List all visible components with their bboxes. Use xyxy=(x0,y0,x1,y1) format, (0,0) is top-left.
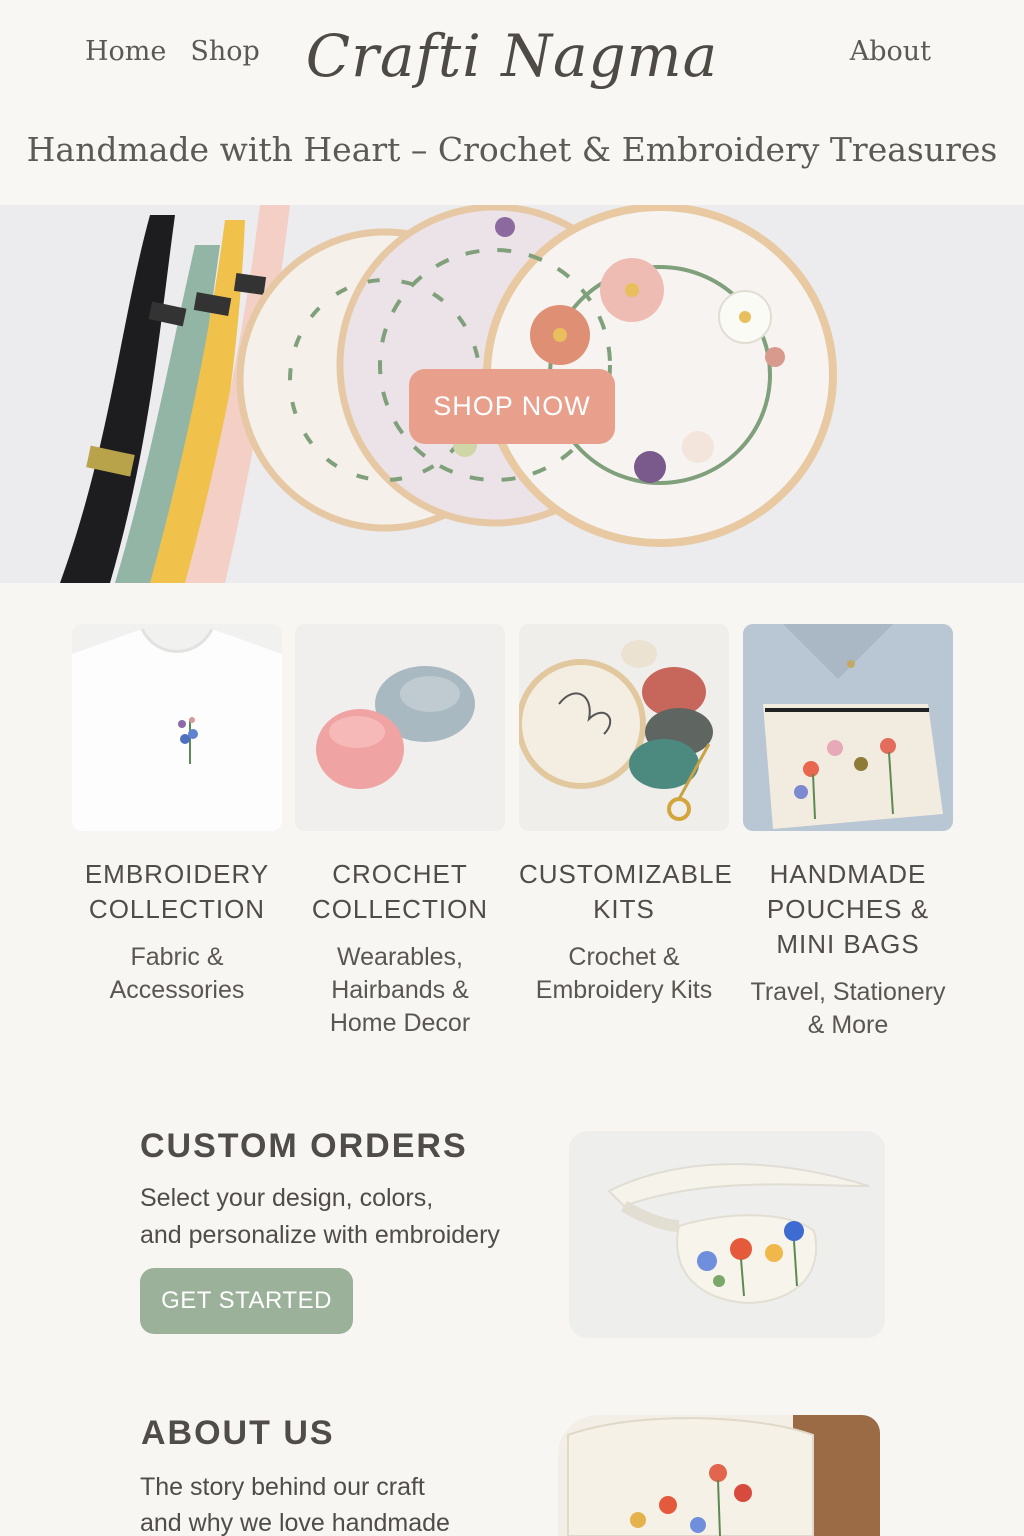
category-image-kits[interactable] xyxy=(519,624,729,831)
category-subtitle: Fabric & Accessories xyxy=(109,943,245,1004)
custom-orders-line-1: Select your design, colors, xyxy=(140,1184,434,1212)
site-header: Home Shop Crafti Nagma About Handmade wi… xyxy=(0,0,1024,205)
category-image-embroidery[interactable] xyxy=(72,624,282,831)
about-us-line-1: The story behind our craft xyxy=(140,1473,425,1501)
custom-orders-line-2: and personalize with embroidery xyxy=(140,1221,500,1249)
category-title: EMBROIDERY COLLECTION xyxy=(84,859,270,924)
custom-orders-title: CUSTOM ORDERS xyxy=(140,1127,468,1165)
about-us-pouch-image xyxy=(558,1415,880,1536)
category-card-crochet[interactable]: CROCHET COLLECTION Wearables, Hairbands … xyxy=(295,624,505,1040)
category-card-pouches[interactable]: HANDMADE POUCHES & MINI BAGS Travel, Sta… xyxy=(743,624,953,1042)
category-image-pouches[interactable] xyxy=(743,624,953,831)
category-card-embroidery[interactable]: EMBROIDERY COLLECTION Fabric & Accessori… xyxy=(72,624,282,1007)
category-subtitle: Wearables, Hairbands & Home Decor xyxy=(329,943,471,1037)
hero-banner: SHOP NOW xyxy=(0,205,1024,583)
category-subtitle: Travel, Stationery & More xyxy=(750,978,946,1039)
about-us-line-2: and why we love handmade xyxy=(140,1509,450,1536)
custom-orders-headband-image xyxy=(569,1131,885,1338)
nav-about-link[interactable]: About xyxy=(850,36,931,67)
custom-orders-description: Select your design, colors, and personal… xyxy=(140,1180,560,1254)
secondary-nav: About xyxy=(850,36,931,67)
site-tagline: Handmade with Heart – Crochet & Embroide… xyxy=(26,130,998,169)
category-card-kits[interactable]: CUSTOMIZABLE KITS Crochet & Embroidery K… xyxy=(519,624,733,1007)
category-title: HANDMADE POUCHES & MINI BAGS xyxy=(766,859,930,959)
get-started-button[interactable]: GET STARTED xyxy=(140,1268,353,1334)
category-title: CUSTOMIZABLE KITS xyxy=(519,859,733,924)
category-grid: EMBROIDERY COLLECTION Fabric & Accessori… xyxy=(72,624,953,1084)
category-image-crochet[interactable] xyxy=(295,624,505,831)
shop-now-button[interactable]: SHOP NOW xyxy=(409,369,615,444)
category-subtitle: Crochet & Embroidery Kits xyxy=(535,943,713,1004)
category-title: CROCHET COLLECTION xyxy=(311,859,489,924)
about-us-title: ABOUT US xyxy=(141,1414,335,1452)
about-us-description: The story behind our craft and why we lo… xyxy=(140,1469,520,1536)
